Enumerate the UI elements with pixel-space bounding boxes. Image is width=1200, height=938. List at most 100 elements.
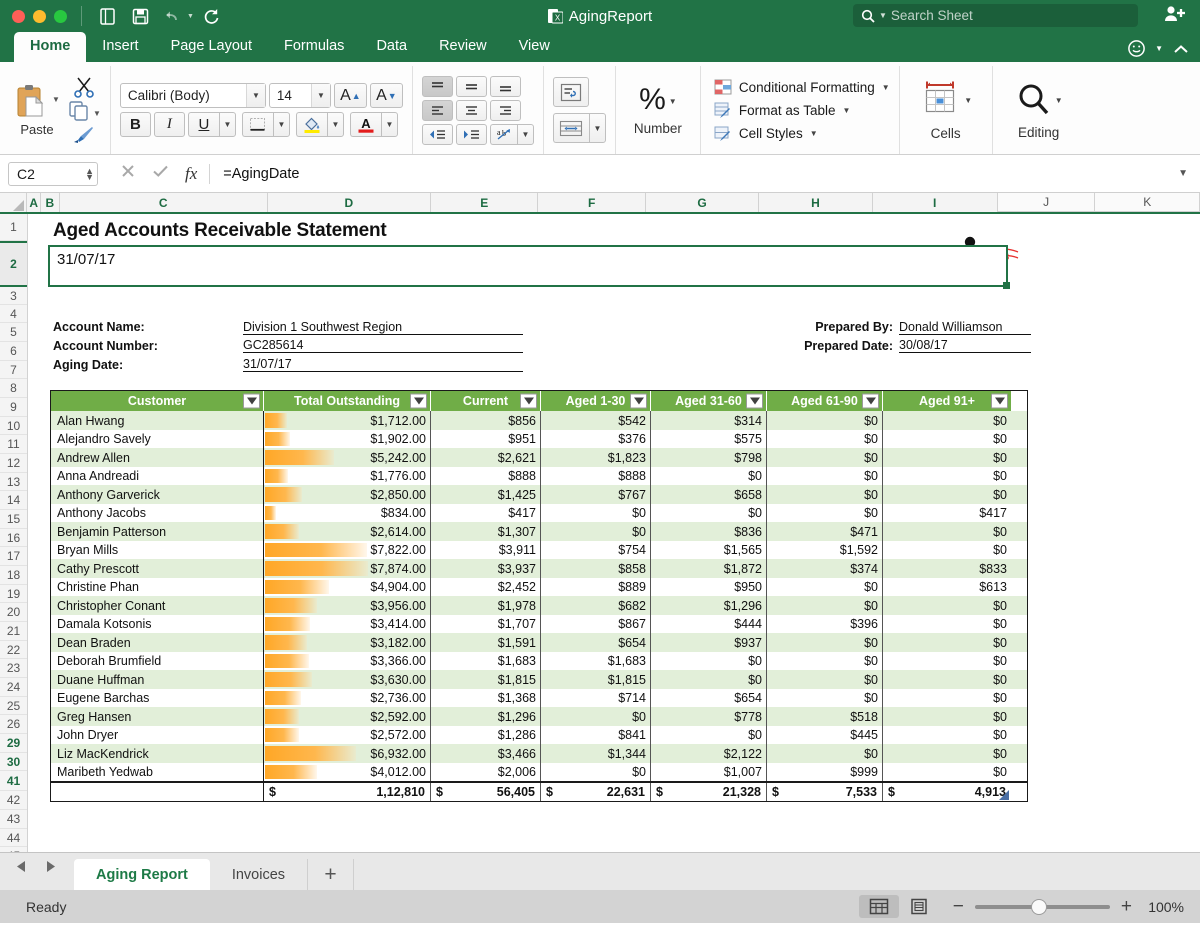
cell-total-outstanding[interactable]: $3,366.00 bbox=[264, 652, 431, 670]
ribbon-tab-view[interactable]: View bbox=[503, 32, 566, 62]
cell-current[interactable]: $1,425 bbox=[431, 485, 541, 504]
cell-aged-31-60[interactable]: $2,122 bbox=[651, 744, 767, 763]
cell-aged-1-30[interactable]: $714 bbox=[541, 689, 651, 707]
cell-aged-1-30[interactable]: $654 bbox=[541, 633, 651, 652]
new-from-template-icon[interactable] bbox=[92, 3, 122, 29]
zoom-slider-knob[interactable] bbox=[1031, 899, 1047, 915]
cell-customer[interactable]: Christine Phan bbox=[51, 578, 264, 596]
cell-total-outstanding[interactable]: $4,904.00 bbox=[264, 578, 431, 596]
row-header-2[interactable]: 2 bbox=[0, 241, 27, 287]
row-header-25[interactable]: 25 bbox=[0, 697, 27, 715]
align-top-button[interactable] bbox=[422, 76, 453, 97]
merge-cells-button[interactable] bbox=[553, 113, 589, 143]
filter-button-total[interactable] bbox=[410, 394, 427, 409]
copy-dropdown-caret[interactable]: ▼ bbox=[93, 109, 101, 118]
cell-current[interactable]: $1,978 bbox=[431, 596, 541, 615]
cell-current[interactable]: $951 bbox=[431, 430, 541, 448]
table-row[interactable]: Benjamin Patterson$2,614.00$1,307$0$836$… bbox=[51, 522, 1027, 541]
expand-formula-bar-icon[interactable]: ▼ bbox=[1178, 168, 1188, 179]
filter-button-current[interactable] bbox=[520, 394, 537, 409]
cell-aged-1-30[interactable]: $376 bbox=[541, 430, 651, 448]
previous-sheet-icon[interactable] bbox=[14, 859, 29, 879]
select-all-corner[interactable] bbox=[0, 193, 27, 212]
cell-current[interactable]: $1,296 bbox=[431, 707, 541, 726]
ribbon-tab-insert[interactable]: Insert bbox=[86, 32, 154, 62]
column-header-H[interactable]: H bbox=[759, 193, 872, 212]
column-header-I[interactable]: I bbox=[873, 193, 998, 212]
paste-dropdown-caret[interactable]: ▼ bbox=[52, 95, 60, 104]
cell-aged-61-90[interactable]: $999 bbox=[767, 763, 883, 781]
decrease-indent-button[interactable] bbox=[422, 124, 453, 145]
cell-total-outstanding[interactable]: $2,572.00 bbox=[264, 726, 431, 744]
cell-total-outstanding[interactable]: $3,414.00 bbox=[264, 615, 431, 633]
cell-total-outstanding[interactable]: $2,614.00 bbox=[264, 522, 431, 541]
fill-color-button[interactable] bbox=[296, 112, 327, 137]
row-header-20[interactable]: 20 bbox=[0, 603, 27, 622]
column-header-K[interactable]: K bbox=[1095, 193, 1200, 212]
cell-current[interactable]: $1,683 bbox=[431, 652, 541, 670]
table-resize-handle[interactable] bbox=[999, 789, 1009, 799]
chevron-down-icon[interactable]: ▼ bbox=[381, 112, 398, 137]
cell-aged-91-plus[interactable]: $0 bbox=[883, 615, 1011, 633]
ribbon-right-controls[interactable]: ▼ bbox=[1127, 39, 1190, 58]
cell-aged-61-90[interactable]: $445 bbox=[767, 726, 883, 744]
table-row[interactable]: Alejandro Savely$1,902.00$951$376$575$0$… bbox=[51, 430, 1027, 448]
row-header-4[interactable]: 4 bbox=[0, 305, 27, 323]
aging-date-value[interactable]: 31/07/17 bbox=[243, 357, 523, 372]
cell-current[interactable]: $417 bbox=[431, 504, 541, 522]
cell-customer[interactable]: Benjamin Patterson bbox=[51, 522, 264, 541]
cell-aged-61-90[interactable]: $0 bbox=[767, 467, 883, 485]
align-middle-button[interactable] bbox=[456, 76, 487, 97]
chevron-down-icon[interactable]: ▼ bbox=[517, 124, 534, 145]
ribbon-tab-data[interactable]: Data bbox=[360, 32, 423, 62]
fill-color-split-button[interactable]: ▼ bbox=[296, 112, 344, 137]
cell-aged-1-30[interactable]: $542 bbox=[541, 411, 651, 430]
cell-aged-91-plus[interactable]: $0 bbox=[883, 541, 1011, 559]
cell-current[interactable]: $3,466 bbox=[431, 744, 541, 763]
table-row[interactable]: Cathy Prescott$7,874.00$3,937$858$1,872$… bbox=[51, 559, 1027, 578]
cell-aged-1-30[interactable]: $841 bbox=[541, 726, 651, 744]
decrease-font-size-button[interactable]: A▼ bbox=[370, 83, 403, 108]
align-left-button[interactable] bbox=[422, 100, 453, 121]
confirm-formula-icon[interactable] bbox=[152, 163, 169, 184]
cell-aged-31-60[interactable]: $654 bbox=[651, 689, 767, 707]
cell-customer[interactable]: Greg Hansen bbox=[51, 707, 264, 726]
chevron-down-icon[interactable]: ▼ bbox=[1055, 96, 1063, 105]
row-header-29[interactable]: 29 bbox=[0, 734, 27, 753]
cell-customer[interactable]: Anna Andreadi bbox=[51, 467, 264, 485]
number-format-button[interactable]: % ▼ Number bbox=[625, 85, 691, 136]
cell-aged-31-60[interactable]: $444 bbox=[651, 615, 767, 633]
cell-total-outstanding[interactable]: $1,776.00 bbox=[264, 467, 431, 485]
cell-aged-61-90[interactable]: $0 bbox=[767, 411, 883, 430]
add-sheet-button[interactable]: + bbox=[308, 859, 354, 890]
cell-aged-91-plus[interactable]: $0 bbox=[883, 670, 1011, 689]
cells-button[interactable]: ▼ Cells bbox=[909, 79, 983, 141]
column-header-aged-91-plus[interactable]: Aged 91+ bbox=[883, 391, 1011, 411]
cell-total-outstanding[interactable]: $7,874.00 bbox=[264, 559, 431, 578]
row-header-18[interactable]: 18 bbox=[0, 566, 27, 585]
maximize-button[interactable] bbox=[54, 10, 67, 23]
ribbon-tab-page-layout[interactable]: Page Layout bbox=[155, 32, 268, 62]
smiley-dropdown-caret[interactable]: ▼ bbox=[1155, 44, 1163, 53]
cancel-formula-icon[interactable] bbox=[120, 163, 136, 184]
column-header-E[interactable]: E bbox=[431, 193, 538, 212]
sheet-nav-arrows[interactable] bbox=[0, 859, 74, 890]
column-header-B[interactable]: B bbox=[41, 193, 60, 212]
cell-aged-1-30[interactable]: $682 bbox=[541, 596, 651, 615]
cell-aged-61-90[interactable]: $0 bbox=[767, 652, 883, 670]
cell-total-outstanding[interactable]: $1,902.00 bbox=[264, 430, 431, 448]
cell-customer[interactable]: John Dryer bbox=[51, 726, 264, 744]
font-name-select[interactable]: Calibri (Body) ▼ bbox=[120, 83, 266, 108]
name-box[interactable]: C2 ▲▼ bbox=[8, 162, 98, 186]
cell-current[interactable]: $1,286 bbox=[431, 726, 541, 744]
editing-button[interactable]: ▼ Editing bbox=[1002, 80, 1076, 140]
column-header-C[interactable]: C bbox=[60, 193, 268, 212]
table-row[interactable]: John Dryer$2,572.00$1,286$841$0$445$0 bbox=[51, 726, 1027, 744]
cell-current[interactable]: $1,307 bbox=[431, 522, 541, 541]
row-header-15[interactable]: 15 bbox=[0, 510, 27, 529]
row-header-21[interactable]: 21 bbox=[0, 622, 27, 641]
cell-aged-61-90[interactable]: $518 bbox=[767, 707, 883, 726]
row-header-14[interactable]: 14 bbox=[0, 491, 27, 510]
cell-current[interactable]: $1,591 bbox=[431, 633, 541, 652]
cell-aged-31-60[interactable]: $798 bbox=[651, 448, 767, 467]
